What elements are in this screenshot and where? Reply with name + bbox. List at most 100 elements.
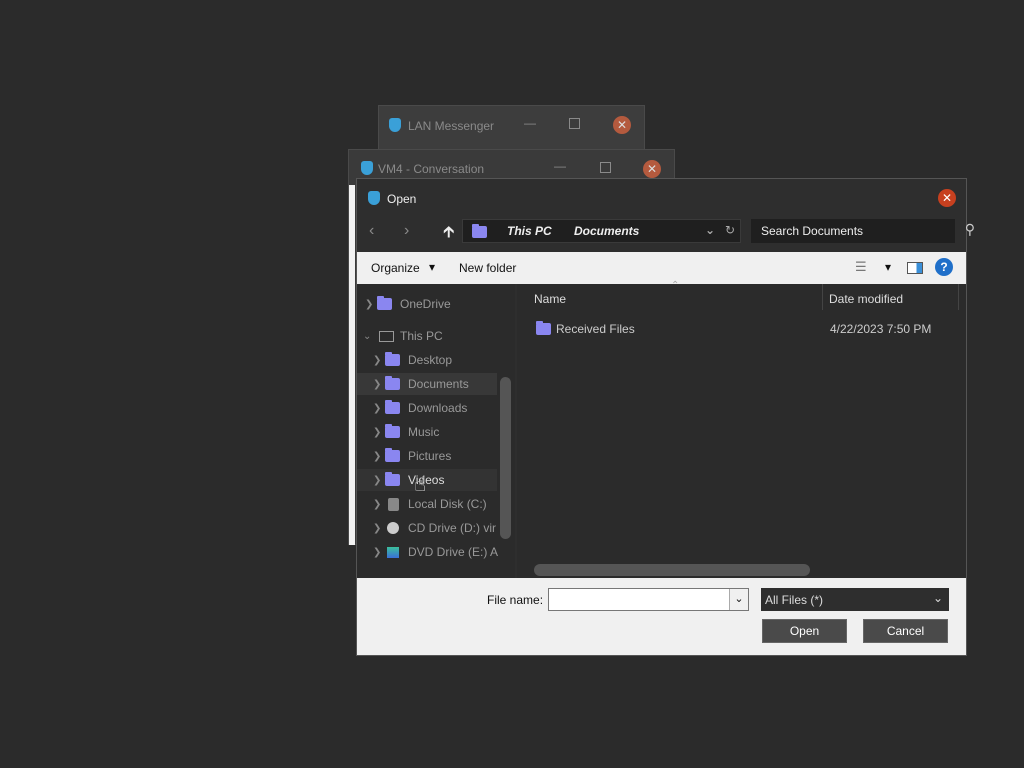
open-dialog[interactable]: Open ✕ ‹ › 🡱 This PC Documents ⌄ ↻ Searc… [356, 178, 975, 656]
nav-item-desktop[interactable]: ❯ Desktop [373, 349, 452, 371]
filename-field[interactable]: ⌄ [548, 588, 749, 611]
column-divider [822, 284, 823, 310]
nav-item-onedrive[interactable]: ❯ OneDrive [365, 293, 451, 315]
chevron-right-icon[interactable]: ❯ [365, 299, 377, 310]
nav-label: Downloads [408, 401, 468, 415]
nav-item-music[interactable]: ❯ Music [373, 421, 439, 443]
app-icon [389, 118, 401, 132]
nav-label: OneDrive [400, 297, 451, 311]
chevron-right-icon[interactable]: ❯ [373, 451, 385, 462]
folder-icon [385, 472, 400, 486]
search-box[interactable]: Search Documents ⚲ [751, 219, 975, 243]
nav-label: CD Drive (D:) vir [408, 521, 496, 535]
nav-label: Desktop [408, 353, 453, 367]
folder-icon [385, 352, 400, 366]
file-list[interactable]: ⌃ Name Date modified Received Files 4/22… [517, 280, 966, 578]
breadcrumb-this-pc[interactable]: This PC [507, 224, 552, 238]
new-folder-button[interactable]: New folder [459, 261, 516, 275]
refresh-icon[interactable]: ↻ [725, 223, 735, 237]
navigation-pane[interactable]: ❯ OneDrive ⌄ This PC ❯ Desktop ❯ Documen… [357, 284, 515, 578]
scrollbar-thumb[interactable] [500, 377, 511, 539]
column-divider [958, 284, 959, 310]
app-icon [368, 191, 380, 205]
file-type-value: All Files (*) [765, 593, 824, 607]
file-type-select[interactable]: All Files (*) ⌄ [761, 588, 949, 611]
preview-pane-icon[interactable] [907, 262, 923, 274]
nav-item-dvd-drive[interactable]: ❯ DVD Drive (E:) A [373, 541, 498, 563]
chevron-down-icon[interactable]: ⌄ [729, 589, 748, 610]
chevron-right-icon[interactable]: ❯ [373, 475, 385, 486]
horizontal-scrollbar[interactable] [517, 560, 966, 578]
address-bar[interactable]: This PC Documents ⌄ ↻ [462, 219, 741, 243]
hand-cursor-icon: ☝ [414, 474, 427, 496]
folder-icon [377, 296, 392, 310]
dialog-title: Open [387, 192, 417, 206]
open-button[interactable]: Open [762, 619, 847, 643]
chevron-down-icon[interactable]: ⌄ [705, 223, 715, 237]
chevron-right-icon[interactable]: ❯ [373, 427, 385, 438]
drive-icon [388, 497, 399, 511]
chevron-right-icon[interactable]: ❯ [373, 355, 385, 366]
conversation-panel-edge [349, 185, 355, 545]
folder-icon [536, 321, 551, 335]
up-arrow-icon[interactable]: 🡱 [443, 221, 455, 248]
close-icon[interactable]: ✕ [613, 116, 631, 134]
folder-icon [385, 424, 400, 438]
chevron-down-icon[interactable]: ▾ [429, 260, 435, 274]
minimize-icon[interactable]: — [554, 159, 566, 173]
breadcrumb-documents[interactable]: Documents [574, 224, 639, 238]
file-date: 4/22/2023 7:50 PM [830, 322, 932, 336]
chevron-down-icon[interactable]: ▾ [885, 260, 891, 274]
nav-label: Pictures [408, 449, 452, 463]
nav-scrollbar[interactable] [498, 284, 513, 578]
list-item[interactable]: Received Files 4/22/2023 7:50 PM [535, 319, 966, 337]
chevron-right-icon[interactable]: ❯ [373, 547, 385, 558]
nav-item-cd-drive[interactable]: ❯ CD Drive (D:) vir [373, 517, 496, 539]
nav-item-videos[interactable]: ❯ Videos [357, 469, 497, 491]
chevron-down-icon[interactable]: ⌄ [363, 331, 375, 342]
maximize-icon[interactable] [600, 162, 611, 173]
chevron-right-icon[interactable]: ❯ [373, 499, 385, 510]
help-icon[interactable]: ? [935, 258, 953, 276]
view-options-icon[interactable]: ☰ [855, 259, 867, 275]
column-header-date[interactable]: Date modified [829, 292, 903, 306]
nav-label: Local Disk (C:) [408, 497, 487, 511]
folder-icon [385, 376, 400, 390]
search-input[interactable]: Search Documents [761, 224, 863, 238]
scrollbar-thumb[interactable] [534, 564, 810, 576]
forward-arrow-icon[interactable]: › [404, 222, 409, 240]
search-icon[interactable]: ⚲ [965, 221, 975, 238]
chevron-right-icon[interactable]: ❯ [373, 523, 385, 534]
back-arrow-icon[interactable]: ‹ [369, 222, 374, 240]
column-header-name[interactable]: Name [534, 292, 566, 306]
cancel-button[interactable]: Cancel [863, 619, 948, 643]
nav-item-downloads[interactable]: ❯ Downloads [373, 397, 467, 419]
folder-icon [472, 224, 487, 238]
computer-icon [379, 330, 394, 342]
nav-label: This PC [400, 329, 443, 343]
nav-label: DVD Drive (E:) A [408, 545, 499, 559]
filename-label: File name: [487, 593, 544, 607]
folder-icon [385, 400, 400, 414]
folder-icon [385, 448, 400, 462]
nav-item-local-disk[interactable]: ❯ Local Disk (C:) [373, 493, 487, 515]
disc-icon [387, 522, 399, 534]
chevron-right-icon[interactable]: ❯ [373, 379, 385, 390]
nav-label: Music [408, 425, 440, 439]
close-icon[interactable]: ✕ [643, 160, 661, 178]
file-name: Received Files [556, 322, 635, 336]
dvd-icon [387, 546, 399, 558]
minimize-icon[interactable]: — [524, 116, 536, 130]
close-icon[interactable]: ✕ [938, 189, 956, 207]
nav-item-pictures[interactable]: ❯ Pictures [373, 445, 451, 467]
dialog-footer: File name: ⌄ All Files (*) ⌄ Open Cancel [357, 578, 966, 655]
nav-item-documents[interactable]: ❯ Documents [357, 373, 497, 395]
nav-label: Documents [408, 377, 469, 391]
organize-button[interactable]: Organize [371, 261, 420, 275]
chevron-right-icon[interactable]: ❯ [373, 403, 385, 414]
chevron-down-icon[interactable]: ⌄ [933, 591, 943, 605]
nav-item-this-pc[interactable]: ⌄ This PC [363, 325, 443, 347]
toolbar: Organize ▾ New folder ☰ ▾ ? [357, 252, 966, 284]
maximize-icon[interactable] [569, 118, 580, 129]
window-title: VM4 - Conversation [378, 162, 485, 176]
